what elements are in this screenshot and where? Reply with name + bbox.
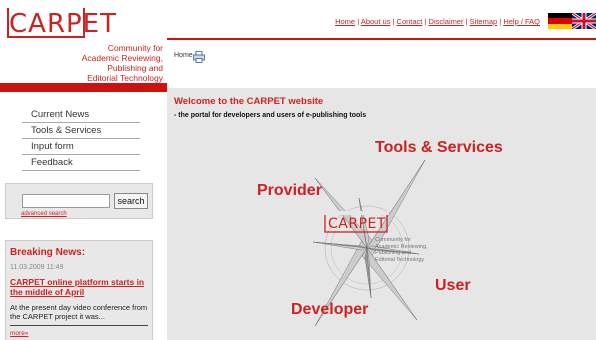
sidebar-item-feedback[interactable]: Feedback — [22, 155, 140, 171]
site-tagline: Community for Academic Reviewing, Publis… — [53, 43, 163, 83]
german-flag-icon[interactable] — [548, 13, 572, 29]
search-button[interactable]: search — [114, 193, 148, 209]
news-body: At the present day video conference from… — [10, 303, 148, 326]
left-column: CARPET Community for Academic Reviewing,… — [0, 0, 167, 340]
advanced-search-link[interactable]: advanced search — [21, 211, 67, 217]
compass-logo: CARPET — [328, 216, 386, 232]
label-tools-services: Tools & Services — [375, 139, 503, 156]
label-developer: Developer — [291, 301, 369, 318]
welcome-heading: Welcome to the CARPET website — [174, 96, 324, 107]
news-more-link[interactable]: more» — [10, 330, 148, 337]
top-nav-links: Home | About us | Contact | Disclaimer |… — [335, 17, 540, 26]
sidebar-item-current-news[interactable]: Current News — [22, 107, 140, 123]
tagline-line: Academic Reviewing, — [81, 53, 163, 63]
breaking-news-panel: Breaking News: 11.03.2009 11:49 CARPET o… — [5, 240, 153, 340]
top-bar: Home | About us | Contact | Disclaimer |… — [167, 0, 596, 40]
label-provider: Provider — [257, 182, 322, 199]
compass-graphic — [312, 159, 426, 327]
sidebar-item-tools-services[interactable]: Tools & Services — [22, 123, 140, 139]
uk-flag-icon[interactable] — [572, 13, 596, 29]
news-date: 11.03.2009 11:49 — [10, 264, 64, 271]
label-user: User — [435, 277, 471, 294]
tagline-line: Community for — [107, 43, 163, 53]
portal-subtitle: - the portal for developers and users of… — [174, 112, 367, 119]
news-headline-link[interactable]: CARPET online platform starts in the mid… — [10, 277, 148, 297]
tagline-line: Editorial Technology — [87, 73, 163, 83]
site-logo[interactable]: CARPET — [9, 9, 117, 39]
nav-about-link[interactable]: About us — [361, 17, 391, 26]
nav-contact-link[interactable]: Contact — [397, 17, 423, 26]
compass-tagline: Community for Academic Reviewing, Publis… — [375, 237, 428, 263]
search-input[interactable] — [22, 194, 110, 208]
nav-disclaimer-link[interactable]: Disclaimer — [429, 17, 464, 26]
nav-home-link[interactable]: Home — [335, 17, 355, 26]
nav-sitemap-link[interactable]: Sitemap — [470, 17, 498, 26]
nav-help-link[interactable]: Help / FAQ — [503, 17, 540, 26]
news-title: Breaking News: — [10, 247, 86, 258]
main-content: Welcome to the CARPET website - the port… — [167, 88, 596, 340]
tagline-line: Publishing and — [107, 63, 163, 73]
sidebar-nav: Current News Tools & Services Input form… — [22, 107, 140, 171]
sidebar-item-input-form[interactable]: Input form — [22, 139, 140, 155]
print-icon[interactable] — [193, 51, 205, 63]
compass-tagline-line: Editorial Technology — [375, 256, 425, 263]
search-panel: search advanced search — [5, 183, 153, 219]
left-red-bar — [0, 83, 167, 92]
